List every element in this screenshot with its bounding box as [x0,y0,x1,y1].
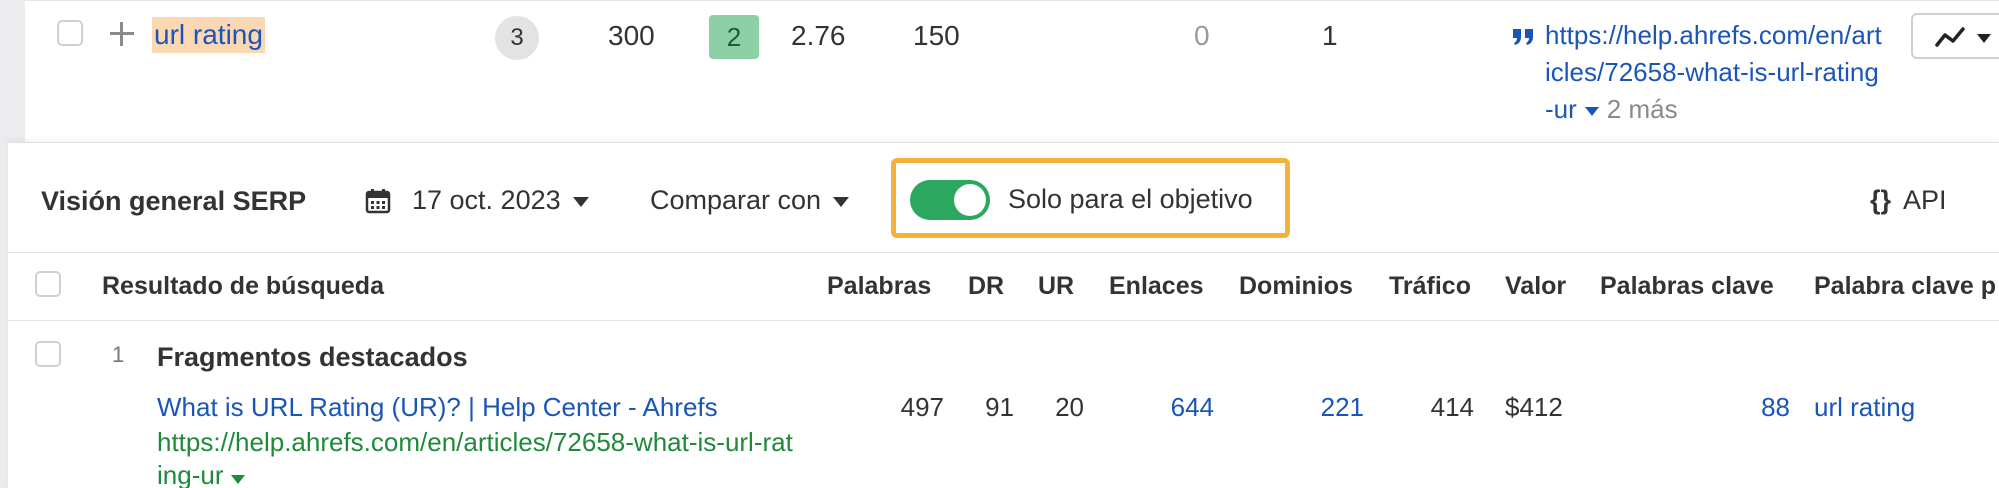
date-label: 17 oct. 2023 [412,185,561,215]
target-only-label: Solo para el objetivo [1008,184,1253,214]
trend-dropdown-button[interactable] [1911,13,1999,59]
one-value: 1 [1322,20,1338,51]
col-header-top-keyword[interactable]: Palabra clave p [1814,272,1996,301]
keyword-link[interactable]: url rating [152,17,265,53]
toggle-knob [954,184,986,216]
value-value: $412 [1505,392,1563,422]
chevron-down-icon [572,196,589,207]
col-header-words[interactable]: Palabras [827,272,931,301]
divider [8,252,1999,253]
chevron-down-icon[interactable] [1584,107,1599,116]
dr-value: 91 [985,392,1014,422]
section-title: Fragmentos destacados [157,342,468,372]
target-only-toggle[interactable] [910,180,990,220]
zero-value: 0 [1194,20,1210,51]
ur-value: 20 [1055,392,1084,422]
col-header-keywords[interactable]: Palabras clave [1600,272,1774,301]
chevron-down-icon [833,196,850,207]
domains-value[interactable]: 221 [1298,392,1364,423]
top-url[interactable]: https://help.ahrefs.com/en/articles/7265… [1545,17,1885,128]
trend-icon [1935,27,1991,47]
col-header-traffic[interactable]: Tráfico [1389,272,1471,301]
keyword-row: url rating 3 300 2 2.76 150 0 1 https://… [25,0,1999,142]
col-header-value[interactable]: Valor [1505,272,1566,301]
target-only-highlight: Solo para el objetivo [891,158,1290,238]
cpc-value: 2.76 [791,20,846,51]
kd-badge: 3 [495,16,539,60]
plus-icon[interactable] [107,19,137,49]
links-value[interactable]: 644 [1148,392,1214,423]
volume-value: 300 [608,20,655,51]
row-checkbox[interactable] [35,341,61,367]
result-title-link[interactable]: What is URL Rating (UR)? | Help Center -… [157,392,718,423]
select-all-checkbox[interactable] [35,271,61,297]
compare-dropdown[interactable]: Comparar con [650,185,850,216]
divider [8,320,1999,321]
col-header-domains[interactable]: Dominios [1239,272,1353,301]
compare-label: Comparar con [650,185,822,215]
traffic-value: 414 [1430,392,1474,422]
date-dropdown[interactable]: 17 oct. 2023 [412,185,589,216]
traffic-potential-value: 150 [913,20,960,51]
serp-overview-panel: Visión general SERP 17 oct. 2023 Compara… [8,142,1999,488]
code-braces-icon: {} [1870,185,1892,215]
col-header-links[interactable]: Enlaces [1109,272,1204,301]
row-number: 1 [112,342,125,367]
col-header-dr[interactable]: DR [968,272,1004,301]
more-urls[interactable]: 2 más [1607,94,1678,124]
keywords-value[interactable]: 88 [1708,392,1790,423]
api-button[interactable]: {} API [1870,185,1947,216]
words-value: 497 [900,392,944,422]
result-url[interactable]: https://help.ahrefs.com/en/articles/7265… [157,426,797,488]
result-url-text[interactable]: https://help.ahrefs.com/en/articles/7265… [157,427,793,488]
top-keyword-value[interactable]: url rating [1814,392,1915,423]
chevron-down-icon[interactable] [231,475,246,484]
api-label: API [1903,185,1947,215]
col-header-ur[interactable]: UR [1038,272,1074,301]
calendar-icon[interactable] [365,188,391,214]
col-header-result[interactable]: Resultado de búsqueda [102,272,384,301]
green-badge: 2 [709,15,759,59]
keyword-row-checkbox[interactable] [57,20,83,46]
quote-icon [1513,29,1533,45]
panel-title: Visión general SERP [41,186,307,216]
